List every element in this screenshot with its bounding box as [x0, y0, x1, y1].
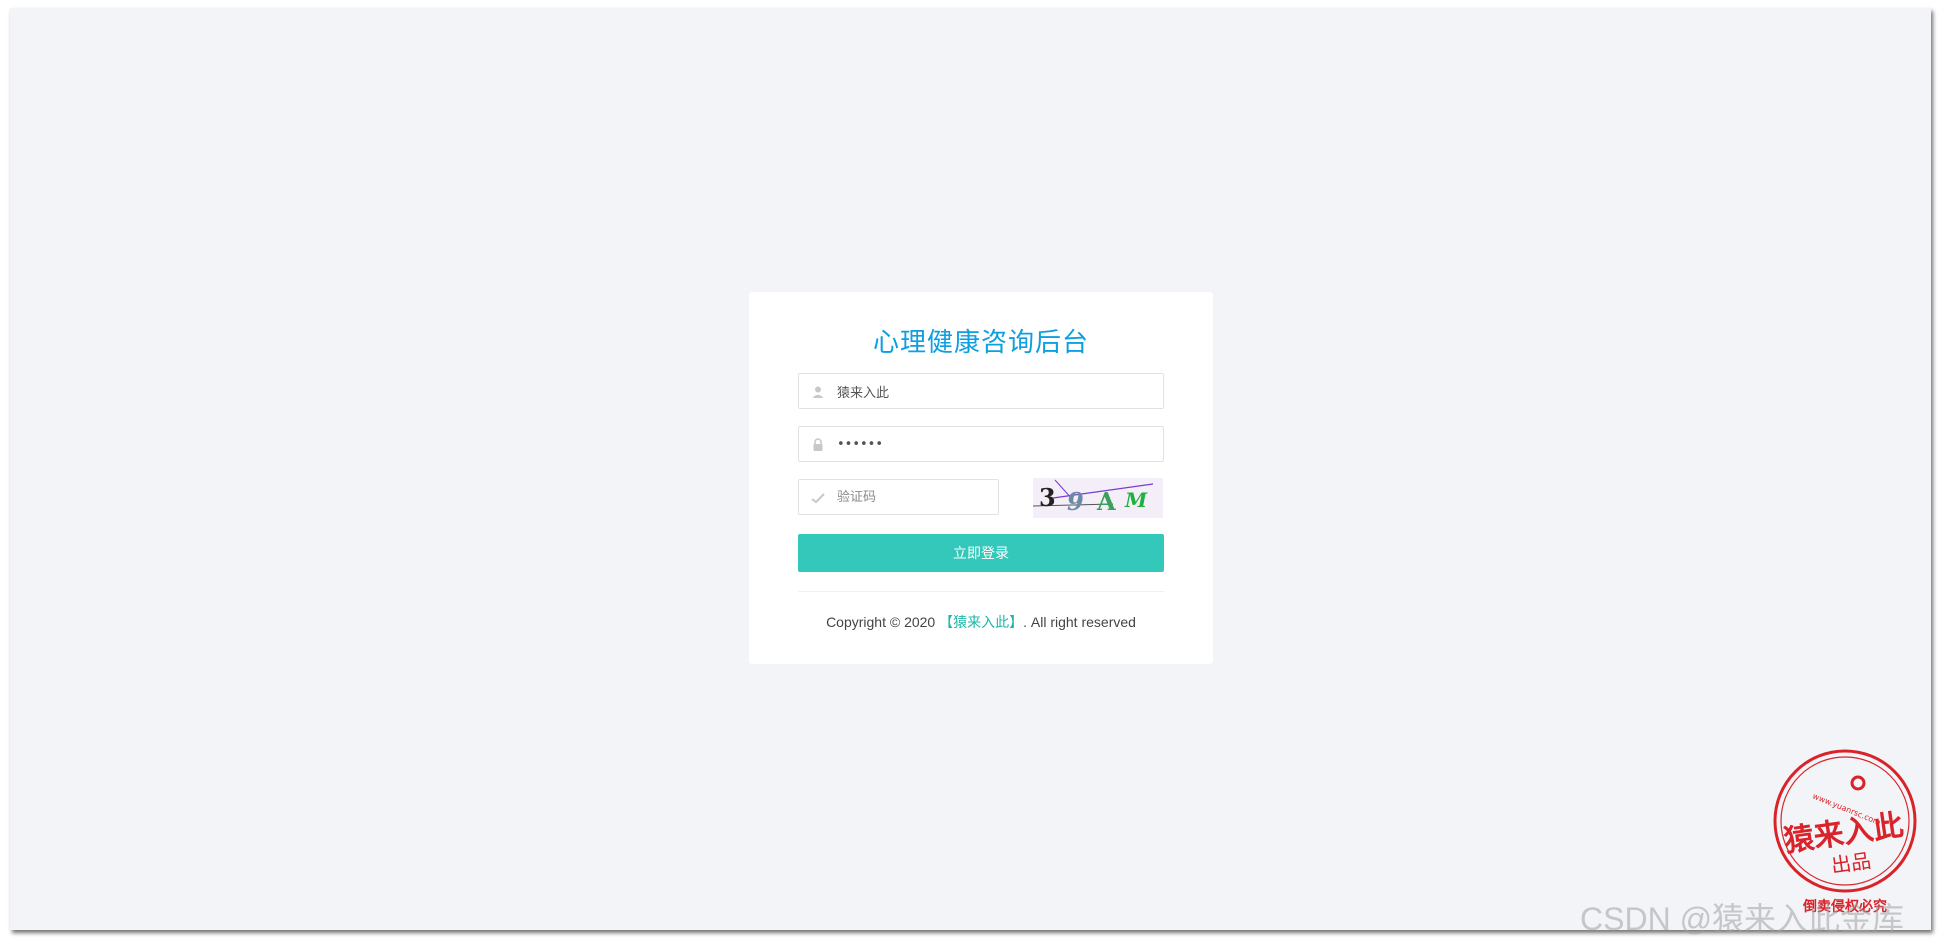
copyright: Copyright © 2020 【猿来入此】. All right reser…: [749, 612, 1213, 632]
captcha-char: A: [1097, 487, 1116, 516]
svg-text:出品: 出品: [1830, 848, 1873, 877]
login-card: 心理健康咨询后台 3 9: [749, 292, 1213, 664]
login-button[interactable]: 立即登录: [798, 534, 1164, 572]
captcha-char: 3: [1039, 483, 1056, 512]
csdn-watermark: CSDN @猿来入此金库: [1580, 901, 1905, 937]
username-field[interactable]: [798, 373, 1164, 409]
divider: [798, 591, 1164, 592]
username-input[interactable]: [837, 374, 1155, 408]
captcha-image[interactable]: 3 9 A M: [1033, 478, 1163, 518]
lock-icon: [810, 437, 826, 453]
copyright-suffix: . All right reserved: [1023, 614, 1136, 630]
check-icon: [810, 490, 826, 506]
page-background: 心理健康咨询后台 3 9: [10, 8, 1931, 937]
captcha-field[interactable]: [798, 479, 999, 515]
password-field[interactable]: [798, 426, 1164, 462]
brand-link[interactable]: 【猿来入此】: [939, 614, 1023, 630]
captcha-char: M: [1125, 488, 1148, 512]
seal-stamp: www.yuanrsc.com 猿来入此 出品 倒卖侵权必究: [1773, 749, 1917, 915]
captcha-char: 9: [1067, 487, 1084, 516]
copyright-prefix: Copyright © 2020: [826, 614, 940, 630]
page-title: 心理健康咨询后台: [872, 328, 1089, 358]
captcha-input[interactable]: [837, 480, 990, 514]
user-icon: [810, 384, 826, 400]
password-input[interactable]: [837, 427, 1155, 461]
